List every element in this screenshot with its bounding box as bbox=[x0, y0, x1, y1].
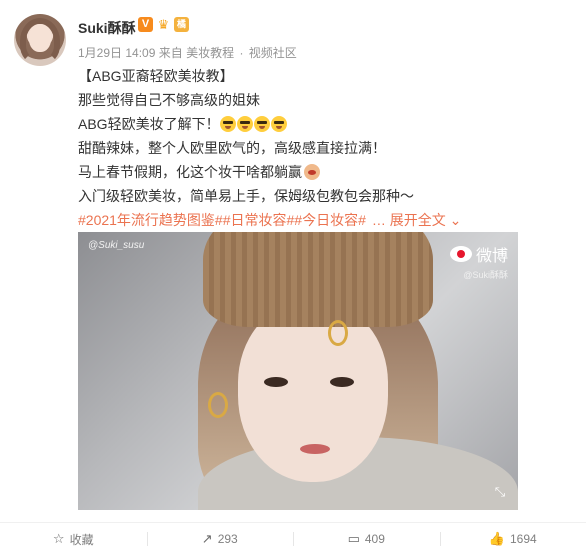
repost-count: 293 bbox=[217, 532, 238, 546]
expand-image-icon[interactable]: ⤡ bbox=[492, 484, 508, 500]
like-count: 1694 bbox=[509, 532, 537, 546]
comment-count: 409 bbox=[364, 532, 385, 546]
level-badge-icon[interactable]: 橘 bbox=[174, 17, 189, 32]
watermark-handle: @Suki酥酥 bbox=[463, 270, 508, 280]
photo-eye bbox=[264, 377, 288, 387]
like-button[interactable]: 👍 1694 bbox=[439, 524, 586, 554]
community-link[interactable]: 视频社区 bbox=[249, 46, 297, 60]
watermark-brand: 微博 bbox=[475, 248, 508, 265]
content-line: 入门级轻欧美妆，简单易上手，保姆级包教包会那种～ bbox=[78, 188, 414, 204]
post-image[interactable]: @Suki_susu 微博 @Suki酥酥 ⤡ bbox=[78, 232, 518, 510]
verified-badge-icon[interactable]: V bbox=[138, 17, 153, 32]
comment-button[interactable]: ▭ 409 bbox=[293, 524, 440, 554]
sunglasses-emoji-icon bbox=[270, 116, 287, 132]
post-content: 【ABG亚裔轻欧美妆教】 那些觉得自己不够高级的姐妹 ABG轻欧美妆了解下！ 甜… bbox=[78, 64, 578, 232]
content-line: 【ABG亚裔轻欧美妆教】 bbox=[78, 68, 234, 84]
content-line-with-emoji: ABG轻欧美妆了解下！ bbox=[78, 112, 578, 136]
crown-badge-icon[interactable]: ♛ bbox=[156, 17, 171, 32]
photo-lips bbox=[300, 444, 330, 454]
favorite-label: 收藏 bbox=[69, 532, 94, 547]
author-badges: V ♛ 橘 bbox=[138, 17, 189, 32]
photo-face bbox=[238, 302, 388, 482]
action-bar: ☆ 收藏 ↗ 293 ▭ 409 👍 1694 bbox=[0, 524, 586, 554]
money-emoji-icon bbox=[304, 164, 320, 180]
content-line: 甜酷辣妹，整个人欧里欧气的，高级感直接拉满！ bbox=[78, 140, 386, 156]
hashtag-link[interactable]: #2021年流行趋势图鉴# bbox=[78, 212, 223, 228]
sunglasses-emoji-icon bbox=[236, 116, 253, 132]
expand-full-text-link[interactable]: … 展开全文 ⌄ bbox=[372, 212, 462, 228]
content-line: 马上春节假期，化这个妆干啥都躺赢 bbox=[78, 164, 302, 180]
hashtag-link[interactable]: #日常妆容# bbox=[223, 212, 295, 228]
source-prefix: 来自 bbox=[158, 46, 183, 60]
weibo-logo-icon bbox=[449, 246, 472, 262]
photo-beanie bbox=[203, 232, 433, 327]
repost-button[interactable]: ↗ 293 bbox=[146, 524, 294, 554]
action-divider bbox=[0, 522, 586, 523]
content-line: ABG轻欧美妆了解下！ bbox=[78, 116, 220, 132]
star-icon: ☆ bbox=[52, 531, 65, 546]
author-name[interactable]: Suki酥酥 bbox=[78, 18, 136, 38]
photo-earring bbox=[328, 320, 348, 346]
repost-icon: ↗ bbox=[201, 531, 213, 546]
meta-separator: · bbox=[239, 46, 244, 60]
avatar[interactable] bbox=[14, 14, 66, 66]
post-date[interactable]: 1月29日 14:09 bbox=[78, 46, 155, 60]
favorite-button[interactable]: ☆ 收藏 bbox=[0, 524, 147, 554]
content-line-with-emoji: 马上春节假期，化这个妆干啥都躺赢 bbox=[78, 160, 578, 184]
thumbs-up-icon: 👍 bbox=[488, 531, 505, 546]
hashtag-link[interactable]: #今日妆容# bbox=[294, 212, 366, 228]
photo-earring bbox=[208, 392, 228, 418]
sunglasses-emoji-icon bbox=[219, 116, 236, 132]
content-line: 那些觉得自己不够高级的姐妹 bbox=[78, 92, 260, 108]
weibo-watermark: 微博 @Suki酥酥 bbox=[449, 242, 508, 281]
tag-list: #2021年流行趋势图鉴##日常妆容##今日妆容# … 展开全文 ⌄ bbox=[78, 208, 578, 232]
source-link[interactable]: 美妆教程 bbox=[186, 46, 234, 60]
photo-eye bbox=[330, 377, 354, 387]
sunglasses-emoji-icon bbox=[253, 116, 270, 132]
post-meta: 1月29日 14:09 来自 美妆教程 · 视频社区 bbox=[78, 44, 297, 61]
photo-signature: @Suki_susu bbox=[88, 240, 145, 251]
comment-icon: ▭ bbox=[347, 531, 360, 546]
